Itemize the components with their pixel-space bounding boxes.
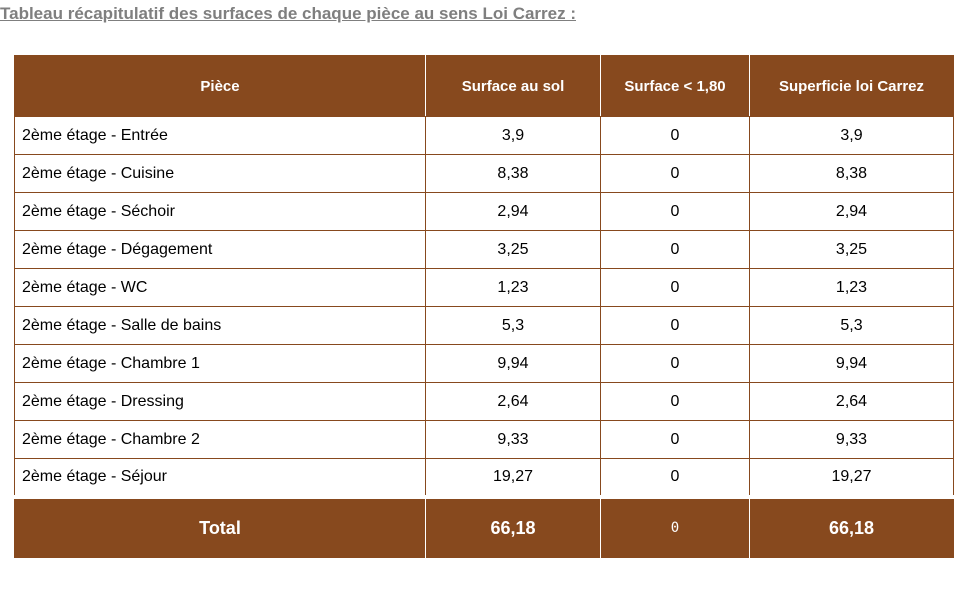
cell-room: 2ème étage - Séjour (14, 458, 426, 497)
cell-superficie-loi-carrez: 2,94 (749, 192, 954, 231)
cell-room: 2ème étage - Dégagement (14, 230, 426, 269)
table-row: 2ème étage - Séjour 19,27 0 19,27 (14, 458, 954, 497)
cell-room: 2ème étage - Salle de bains (14, 306, 426, 345)
total-label: Total (14, 494, 426, 558)
cell-surface-au-sol: 9,94 (425, 344, 601, 383)
cell-superficie-loi-carrez: 1,23 (749, 268, 954, 307)
cell-superficie-loi-carrez: 2,64 (749, 382, 954, 421)
header-row: Pièce Surface au sol Surface < 1,80 Supe… (14, 55, 954, 117)
cell-room: 2ème étage - Entrée (14, 116, 426, 155)
table-row: 2ème étage - Chambre 1 9,94 0 9,94 (14, 344, 954, 383)
cell-superficie-loi-carrez: 5,3 (749, 306, 954, 345)
cell-surface-au-sol: 5,3 (425, 306, 601, 345)
cell-surface-under-180: 0 (600, 154, 750, 193)
cell-superficie-loi-carrez: 3,9 (749, 116, 954, 155)
total-surface-au-sol: 66,18 (425, 494, 601, 558)
cell-room: 2ème étage - Chambre 1 (14, 344, 426, 383)
table-row: 2ème étage - Séchoir 2,94 0 2,94 (14, 192, 954, 231)
cell-surface-under-180: 0 (600, 344, 750, 383)
table-row: 2ème étage - Dégagement 3,25 0 3,25 (14, 230, 954, 269)
cell-superficie-loi-carrez: 9,33 (749, 420, 954, 459)
cell-surface-au-sol: 9,33 (425, 420, 601, 459)
cell-surface-under-180: 0 (600, 230, 750, 269)
table-header: Pièce Surface au sol Surface < 1,80 Supe… (14, 55, 954, 117)
cell-surface-au-sol: 19,27 (425, 458, 601, 497)
table-footer: Total 66,18 0 66,18 (14, 494, 954, 558)
header-surface-under-180: Surface < 1,80 (600, 55, 750, 117)
table-row: 2ème étage - WC 1,23 0 1,23 (14, 268, 954, 307)
table-body: 2ème étage - Entrée 3,9 0 3,9 2ème étage… (14, 116, 954, 497)
cell-surface-under-180: 0 (600, 116, 750, 155)
total-superficie-loi-carrez: 66,18 (749, 494, 954, 558)
cell-surface-under-180: 0 (600, 420, 750, 459)
cell-surface-au-sol: 1,23 (425, 268, 601, 307)
table-row: 2ème étage - Dressing 2,64 0 2,64 (14, 382, 954, 421)
cell-surface-au-sol: 2,94 (425, 192, 601, 231)
header-superficie-loi-carrez: Superficie loi Carrez (749, 55, 954, 117)
page-title: Tableau récapitulatif des surfaces de ch… (0, 4, 576, 23)
cell-surface-under-180: 0 (600, 306, 750, 345)
cell-superficie-loi-carrez: 19,27 (749, 458, 954, 497)
cell-room: 2ème étage - Dressing (14, 382, 426, 421)
cell-surface-au-sol: 3,25 (425, 230, 601, 269)
table-row: 2ème étage - Entrée 3,9 0 3,9 (14, 116, 954, 155)
cell-room: 2ème étage - WC (14, 268, 426, 307)
cell-surface-under-180: 0 (600, 458, 750, 497)
cell-surface-under-180: 0 (600, 268, 750, 307)
table-row: 2ème étage - Chambre 2 9,33 0 9,33 (14, 420, 954, 459)
cell-superficie-loi-carrez: 9,94 (749, 344, 954, 383)
cell-surface-under-180: 0 (600, 192, 750, 231)
surface-table-container: Pièce Surface au sol Surface < 1,80 Supe… (14, 55, 954, 558)
cell-room: 2ème étage - Séchoir (14, 192, 426, 231)
cell-superficie-loi-carrez: 8,38 (749, 154, 954, 193)
header-surface-au-sol: Surface au sol (425, 55, 601, 117)
cell-surface-au-sol: 8,38 (425, 154, 601, 193)
cell-surface-under-180: 0 (600, 382, 750, 421)
cell-room: 2ème étage - Chambre 2 (14, 420, 426, 459)
table-row: 2ème étage - Cuisine 8,38 0 8,38 (14, 154, 954, 193)
surface-table: Pièce Surface au sol Surface < 1,80 Supe… (14, 55, 954, 558)
cell-surface-au-sol: 3,9 (425, 116, 601, 155)
header-piece: Pièce (14, 55, 426, 117)
total-surface-under-180: 0 (600, 494, 750, 558)
cell-surface-au-sol: 2,64 (425, 382, 601, 421)
total-row: Total 66,18 0 66,18 (14, 494, 954, 558)
cell-superficie-loi-carrez: 3,25 (749, 230, 954, 269)
cell-room: 2ème étage - Cuisine (14, 154, 426, 193)
table-row: 2ème étage - Salle de bains 5,3 0 5,3 (14, 306, 954, 345)
